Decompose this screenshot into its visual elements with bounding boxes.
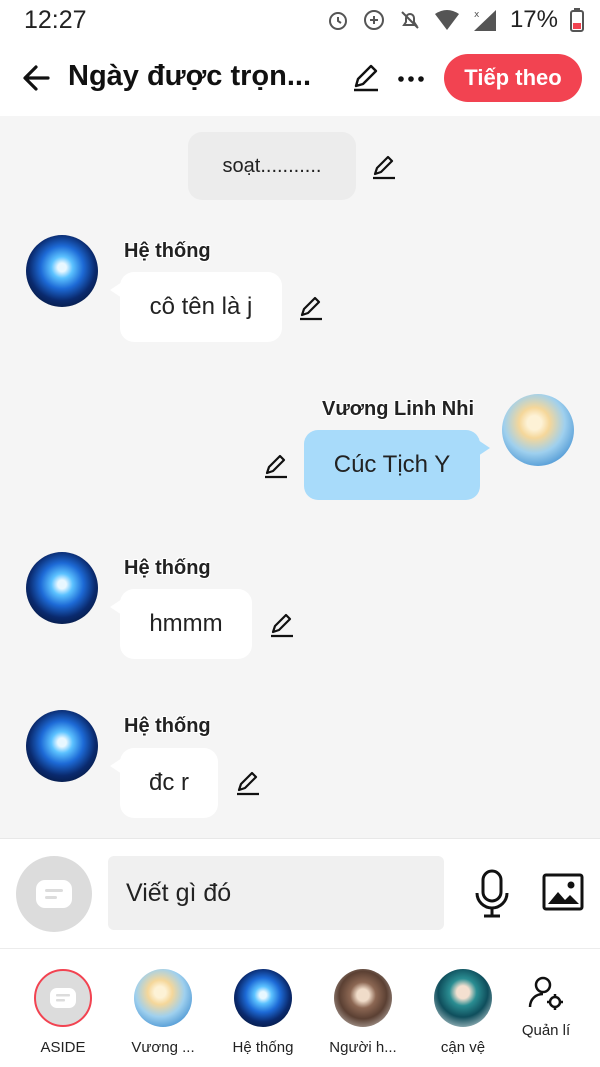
next-button[interactable]: Tiếp theo: [444, 54, 582, 102]
character-avatar: [234, 969, 292, 1027]
character-label: cận vệ: [440, 1039, 486, 1056]
edit-message-icon[interactable]: [370, 153, 398, 181]
message-input[interactable]: Viết gì đó: [108, 856, 444, 930]
message-bubble[interactable]: cô tên là j: [110, 272, 282, 342]
sender-name: Hệ thống: [124, 715, 211, 737]
character-avatar: [434, 969, 492, 1027]
user-settings-icon: [528, 976, 563, 1010]
character-avatar: [334, 969, 392, 1027]
chat-bubble-icon: [36, 880, 72, 908]
avatar-vuong-linh-nhi[interactable]: [502, 394, 574, 466]
svg-text:x: x: [474, 10, 480, 20]
more-options-icon[interactable]: [396, 64, 426, 94]
mute-icon: [401, 11, 419, 29]
battery-percent: 17%: [509, 6, 558, 33]
signal-icon: x: [473, 10, 496, 31]
wifi-icon: [434, 10, 459, 30]
character-label: Hệ thống: [232, 1039, 294, 1056]
story-title: Ngày được trọn...: [68, 60, 312, 92]
avatar-he-thong[interactable]: [26, 710, 98, 782]
sender-name: Vương Linh Nhi: [321, 398, 474, 420]
character-nguoi-h[interactable]: Người h...: [313, 969, 413, 1056]
edit-message-icon[interactable]: [234, 769, 262, 797]
message-bubble[interactable]: hmmm: [110, 589, 252, 659]
status-bar: 12:27 x 17%: [0, 0, 600, 40]
character-label: Quản lí: [521, 1022, 571, 1039]
status-icons: x 17%: [326, 6, 584, 34]
aside-toggle-button[interactable]: [16, 856, 92, 932]
battery-icon: [570, 8, 584, 32]
back-arrow-icon[interactable]: [18, 60, 54, 96]
my-message-bubble[interactable]: Cúc Tịch Y: [304, 430, 490, 500]
character-label: ASIDE: [40, 1039, 86, 1056]
aside-avatar: [34, 969, 92, 1027]
edit-message-icon[interactable]: [262, 452, 290, 480]
edit-message-icon[interactable]: [297, 294, 325, 322]
character-label: Vương ...: [131, 1039, 195, 1056]
status-time: 12:27: [24, 6, 87, 34]
composer-bar: Viết gì đó: [0, 838, 600, 948]
character-aside[interactable]: ASIDE: [13, 969, 113, 1056]
avatar-he-thong[interactable]: [26, 552, 98, 624]
system-message[interactable]: soạt...........: [188, 132, 356, 200]
sender-name: Hệ thống: [124, 240, 211, 262]
character-vuong[interactable]: Vương ...: [113, 969, 213, 1056]
character-label: Người h...: [329, 1039, 397, 1056]
chat-header: Ngày được trọn... Tiếp theo: [0, 40, 600, 116]
alarm-icon: [328, 12, 347, 30]
edit-message-icon[interactable]: [268, 611, 296, 639]
character-he-thong[interactable]: Hệ thống: [213, 969, 313, 1056]
microphone-icon[interactable]: [472, 869, 512, 919]
message-bubble[interactable]: đc r: [110, 748, 218, 818]
sender-name: Hệ thống: [124, 557, 211, 579]
chat-bubble-icon: [50, 988, 76, 1008]
character-avatar: [134, 969, 192, 1027]
character-bar: ASIDE Vương ... Hệ thống Người h... cận …: [0, 948, 600, 1067]
edit-title-icon[interactable]: [350, 62, 382, 94]
data-saver-icon: [363, 10, 384, 30]
manage-characters-button[interactable]: Quản lí: [496, 973, 596, 1039]
avatar-he-thong[interactable]: [26, 235, 98, 307]
image-icon[interactable]: [542, 873, 584, 913]
chat-area: soạt........... Hệ thống cô tên là j Vươ…: [0, 116, 600, 838]
